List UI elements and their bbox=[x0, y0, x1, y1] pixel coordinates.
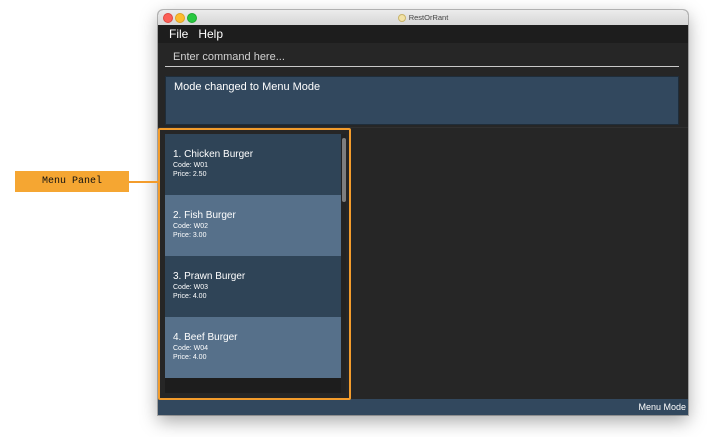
app-icon bbox=[397, 13, 406, 22]
window-title: RestOrRant bbox=[408, 13, 449, 22]
command-input[interactable] bbox=[165, 47, 679, 67]
menu-help[interactable]: Help bbox=[198, 27, 223, 41]
result-display: Mode changed to Menu Mode bbox=[165, 76, 679, 125]
menu-panel-callout: Menu Panel bbox=[15, 171, 129, 192]
menu-panel-highlight bbox=[158, 128, 351, 400]
window-title-group: RestOrRant bbox=[158, 10, 688, 25]
menu-bar: File Help bbox=[158, 25, 688, 43]
title-bar[interactable]: RestOrRant bbox=[158, 10, 688, 26]
status-bar: Menu Mode bbox=[158, 399, 688, 415]
callout-connector bbox=[128, 181, 158, 183]
status-mode: Menu Mode bbox=[638, 402, 686, 412]
menu-file[interactable]: File bbox=[169, 27, 188, 41]
command-box bbox=[158, 43, 688, 77]
